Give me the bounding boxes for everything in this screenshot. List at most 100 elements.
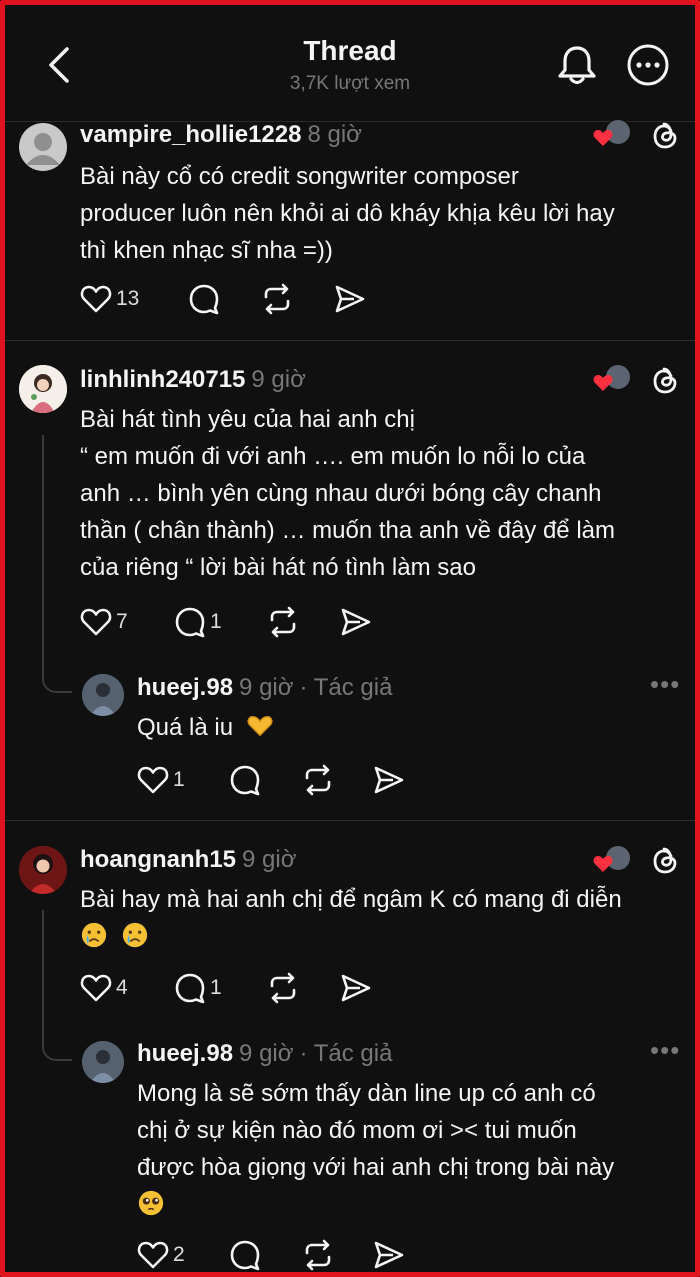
post-header: linhlinh240715 9 giờ xyxy=(80,366,306,394)
post-body: Bài này cổ có credit songwriter composer… xyxy=(80,158,615,269)
heart-hands-emoji xyxy=(247,715,273,736)
threads-logo-icon[interactable] xyxy=(650,365,680,397)
repost-icon[interactable] xyxy=(301,763,335,797)
like-button[interactable]: 1 xyxy=(137,763,185,797)
text-line: được hòa giọng với hai anh chị trong bài… xyxy=(137,1154,615,1181)
text-line: Bài này cổ có credit songwriter composer xyxy=(80,163,519,190)
threads-logo-icon[interactable] xyxy=(650,120,680,152)
thread-connector xyxy=(42,910,44,1035)
heart-icon xyxy=(137,766,169,794)
like-button[interactable]: 4 xyxy=(80,971,128,1005)
top-bar: Thread 3,7K lượt xem xyxy=(5,5,695,121)
pleading-face-emoji xyxy=(138,1190,164,1215)
like-count: 1 xyxy=(173,768,185,791)
username[interactable]: hueej.98 xyxy=(137,1040,233,1067)
reply-count: 1 xyxy=(210,610,222,633)
like-count: 2 xyxy=(173,1243,185,1266)
repost-icon[interactable] xyxy=(266,605,300,639)
avatar[interactable] xyxy=(19,846,67,894)
username[interactable]: linhlinh240715 xyxy=(80,366,245,393)
text-line: anh … bình yên cùng nhau dưới bóng cây c… xyxy=(80,480,602,507)
comment-icon[interactable] xyxy=(188,282,220,316)
bell-icon[interactable] xyxy=(555,43,599,87)
text-line: Bài hay mà hai anh chị để ngâm K có mang… xyxy=(80,886,622,913)
post-divider xyxy=(5,340,695,341)
reactor-avatars xyxy=(593,119,633,149)
text-line: thần ( chân thành) … muốn tha anh về đây… xyxy=(80,517,615,544)
thread-elbow xyxy=(42,655,72,693)
avatar-illustration xyxy=(19,365,67,413)
reply-header: hueej.98 9 giờ · Tác giả xyxy=(137,674,392,702)
username[interactable]: hoangnanh15 xyxy=(80,846,236,873)
heart-icon xyxy=(80,974,112,1002)
post-header: vampire_hollie1228 8 giờ xyxy=(80,121,362,149)
more-dots-icon[interactable]: ••• xyxy=(650,669,680,700)
post-actions: 13 xyxy=(80,282,380,316)
share-send-icon[interactable] xyxy=(373,1238,405,1272)
text-line: producer luôn nên khỏi ai dô kháy khịa k… xyxy=(80,200,615,227)
more-options-icon[interactable] xyxy=(625,42,671,88)
avatar-illustration xyxy=(82,1041,124,1083)
like-count: 13 xyxy=(116,287,140,310)
like-button[interactable]: 2 xyxy=(137,1238,185,1272)
reactor-avatars xyxy=(593,845,633,875)
avatar[interactable] xyxy=(19,123,67,171)
text-line: của riêng “ lời bài hát nó tình làm sao xyxy=(80,554,476,581)
comment-icon[interactable] xyxy=(229,763,261,797)
heart-icon xyxy=(137,1241,169,1269)
timestamp: 8 giờ xyxy=(307,121,362,148)
repost-icon[interactable] xyxy=(266,971,300,1005)
share-send-icon[interactable] xyxy=(340,605,372,639)
share-send-icon[interactable] xyxy=(340,971,372,1005)
threads-logo-icon[interactable] xyxy=(650,845,680,877)
post-header: hoangnanh15 9 giờ xyxy=(80,846,296,874)
avatar-illustration xyxy=(82,674,124,716)
post-body: Bài hát tình yêu của hai anh chị “ em mu… xyxy=(80,401,615,586)
more-dots-icon[interactable]: ••• xyxy=(650,1035,680,1066)
timestamp: 9 giờ xyxy=(239,1040,294,1067)
share-send-icon[interactable] xyxy=(373,763,405,797)
post-body: Bài hay mà hai anh chị để ngâm K có mang… xyxy=(80,881,622,955)
heart-icon xyxy=(80,285,112,313)
avatar[interactable] xyxy=(82,674,124,716)
like-count: 4 xyxy=(116,976,128,999)
like-count: 7 xyxy=(116,610,128,633)
text-line: chị ở sự kiện nào đó mom ơi >< tui muốn xyxy=(137,1117,577,1144)
repost-icon[interactable] xyxy=(260,282,294,316)
crying-face-emoji xyxy=(81,922,107,947)
timestamp: 9 giờ xyxy=(251,366,306,393)
author-tag: · Tác giả xyxy=(299,1040,393,1067)
reply-count: 1 xyxy=(210,976,222,999)
reply-actions: 1 xyxy=(137,763,437,797)
comment-button[interactable]: 1 xyxy=(174,971,222,1005)
avatar[interactable] xyxy=(19,365,67,413)
like-button[interactable]: 7 xyxy=(80,605,128,639)
text-line: Quá là iu xyxy=(137,714,234,741)
crying-face-emoji xyxy=(122,922,147,947)
screen-frame: Thread 3,7K lượt xem vampire_hollie1228 8… xyxy=(0,0,700,1277)
comment-button[interactable]: 1 xyxy=(174,605,222,639)
comment-icon[interactable] xyxy=(229,1238,261,1272)
heart-badge-icon xyxy=(593,856,613,872)
thread-elbow xyxy=(42,1023,72,1061)
author-tag: · Tác giả xyxy=(299,674,393,701)
like-button[interactable]: 13 xyxy=(80,282,139,316)
share-send-icon[interactable] xyxy=(334,282,366,316)
avatar-illustration xyxy=(19,846,67,894)
comment-icon xyxy=(175,607,205,638)
heart-icon xyxy=(80,608,112,636)
reply-header: hueej.98 9 giờ · Tác giả xyxy=(137,1040,392,1068)
heart-badge-icon xyxy=(593,375,613,391)
avatar[interactable] xyxy=(82,1041,124,1083)
username[interactable]: vampire_hollie1228 xyxy=(80,121,301,148)
comment-icon xyxy=(175,973,205,1004)
reply-body: Mong là sẽ sớm thấy dàn line up có anh c… xyxy=(137,1075,614,1223)
post-divider xyxy=(5,820,695,821)
timestamp: 9 giờ xyxy=(239,674,294,701)
text-line: “ em muốn đi với anh …. em muốn lo nỗi l… xyxy=(80,443,586,470)
thread-connector xyxy=(42,435,44,667)
repost-icon[interactable] xyxy=(301,1238,335,1272)
username[interactable]: hueej.98 xyxy=(137,674,233,701)
reactor-avatars xyxy=(593,364,633,394)
reply-body: Quá là iu xyxy=(137,709,274,746)
